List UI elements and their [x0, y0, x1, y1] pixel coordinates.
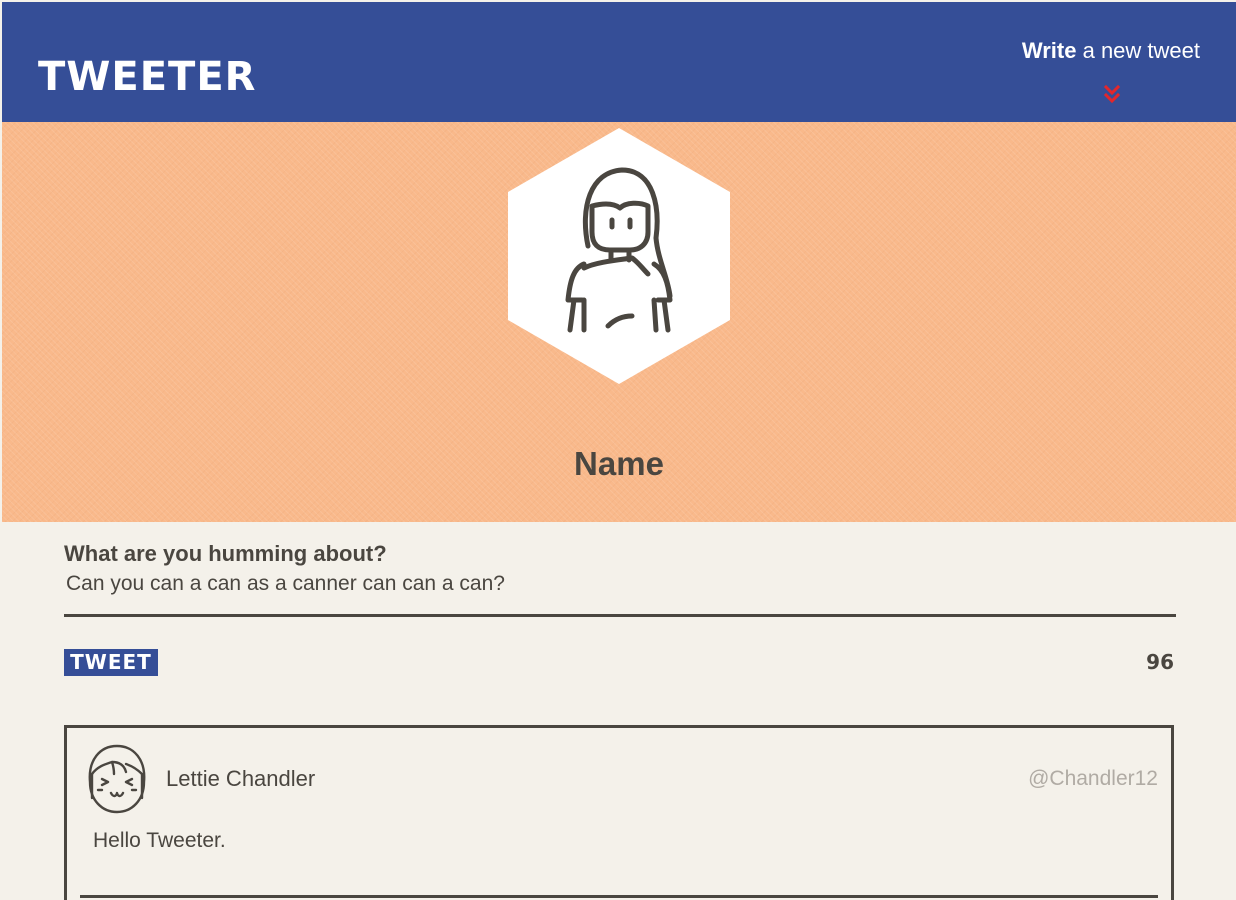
tweet-submit-button[interactable]: TWEET	[64, 649, 158, 676]
top-nav: TWEETER Write a new tweet	[2, 2, 1236, 122]
tweet-author-name: Lettie Chandler	[166, 766, 316, 791]
app-root: TWEETER Write a new tweet Name What are …	[0, 0, 1236, 900]
profile-banner: Name	[2, 122, 1236, 522]
user-avatar-girl-icon	[88, 744, 146, 814]
profile-name: Name	[574, 445, 664, 482]
write-new-tweet-strong: Write	[1021, 38, 1077, 63]
tweet-body: Hello Tweeter.	[93, 829, 226, 852]
tweet-text-input[interactable]: Can you can a can as a canner can can a …	[64, 570, 1176, 617]
character-counter: 96	[1146, 650, 1174, 674]
write-new-tweet-rest: a new tweet	[1076, 38, 1200, 63]
tweet-card: Lettie Chandler @Chandler12 Hello Tweete…	[64, 725, 1174, 900]
new-tweet-form: What are you humming about? Can you can …	[64, 540, 1176, 676]
tweet-author-handle: @Chandler12	[1028, 767, 1158, 790]
write-new-tweet-label: Write a new tweet	[960, 36, 1200, 66]
write-new-tweet-toggle[interactable]: Write a new tweet	[960, 36, 1200, 116]
tweet-divider	[80, 895, 1158, 898]
double-chevron-down-icon[interactable]	[1104, 84, 1120, 108]
brand-logo[interactable]: TWEETER	[38, 52, 256, 102]
user-avatar-woman-icon	[508, 128, 730, 384]
compose-label: What are you humming about?	[64, 541, 387, 566]
